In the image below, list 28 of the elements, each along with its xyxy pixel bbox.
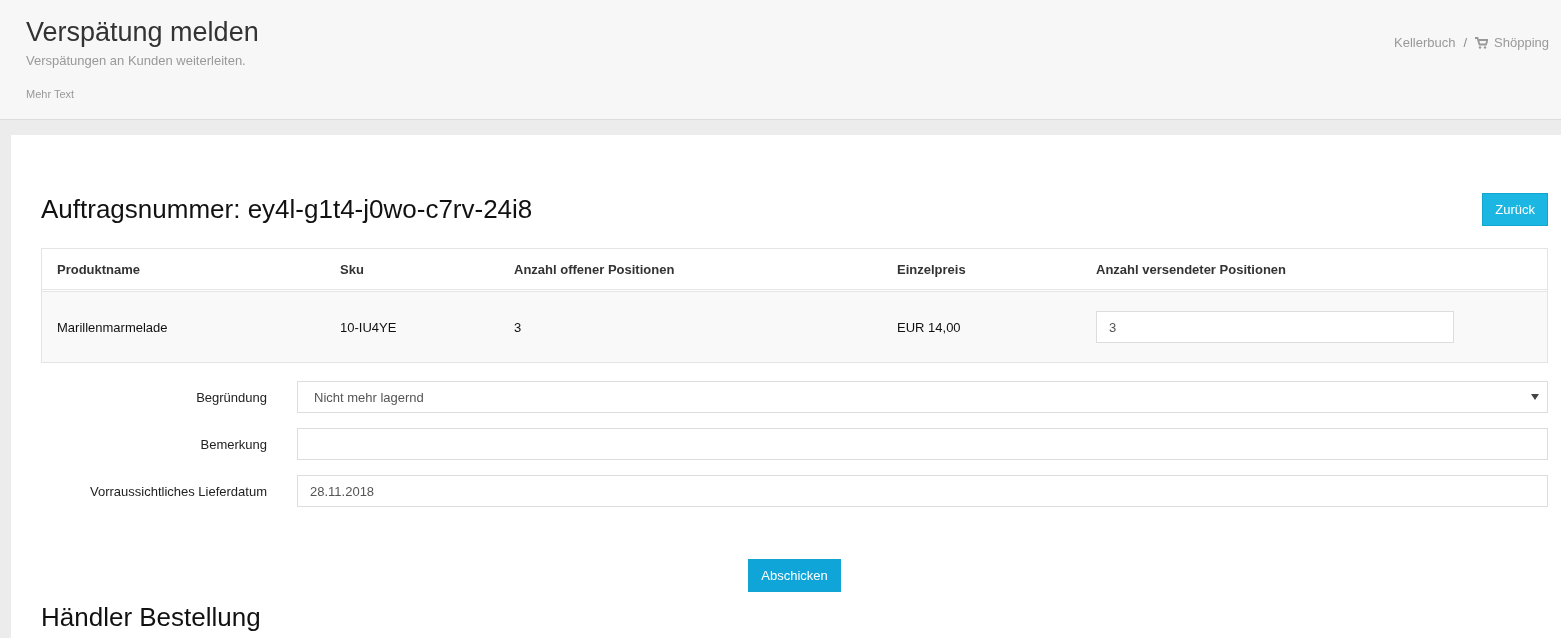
reason-select[interactable]: Nicht mehr lagernd [297, 381, 1548, 413]
breadcrumb-link[interactable]: Kellerbuch [1394, 35, 1456, 50]
more-text: Mehr Text [26, 88, 76, 100]
table-cell-text: 10-IU4YE [340, 319, 398, 335]
table-cell-text: Marillenmarmelade [57, 319, 169, 335]
breadcrumb-link[interactable]: Shöpping [1494, 35, 1549, 50]
field-label: Vorraussichtliches Lieferdatum [88, 483, 267, 499]
section-title: Händler Bestellung [41, 602, 262, 632]
input-field[interactable]: 28.11.2018 [297, 475, 1548, 507]
column-header: Einzelpreis [897, 261, 967, 277]
quantity-input[interactable]: 3 [1096, 311, 1454, 343]
field-label: Begründung [195, 389, 267, 405]
caret-icon [1531, 394, 1539, 400]
order-title: Auftragsnummer: ey4l-g1t4-j0wo-c7rv-24i8 [41, 194, 533, 225]
column-header: Anzahl offener Positionen [514, 261, 676, 277]
column-header: Anzahl versendeter Positionen [1096, 261, 1287, 277]
page-title: Verspätung melden [26, 16, 259, 48]
column-header: Sku [340, 261, 365, 277]
table-cell-text: EUR 14,00 [897, 319, 962, 335]
column-header: Produktname [57, 261, 142, 277]
page-subtitle: Verspätungen an Kunden weiterleiten. [26, 53, 247, 68]
submit-button[interactable]: Abschicken [748, 559, 841, 592]
back-button[interactable]: Zurück [1482, 193, 1548, 226]
cart-icon [1475, 36, 1489, 49]
table-cell-text: 3 [514, 319, 523, 335]
field-label: Bemerkung [199, 436, 267, 452]
breadcrumb-separator: / [1463, 35, 1468, 50]
input-field[interactable] [297, 428, 1548, 460]
